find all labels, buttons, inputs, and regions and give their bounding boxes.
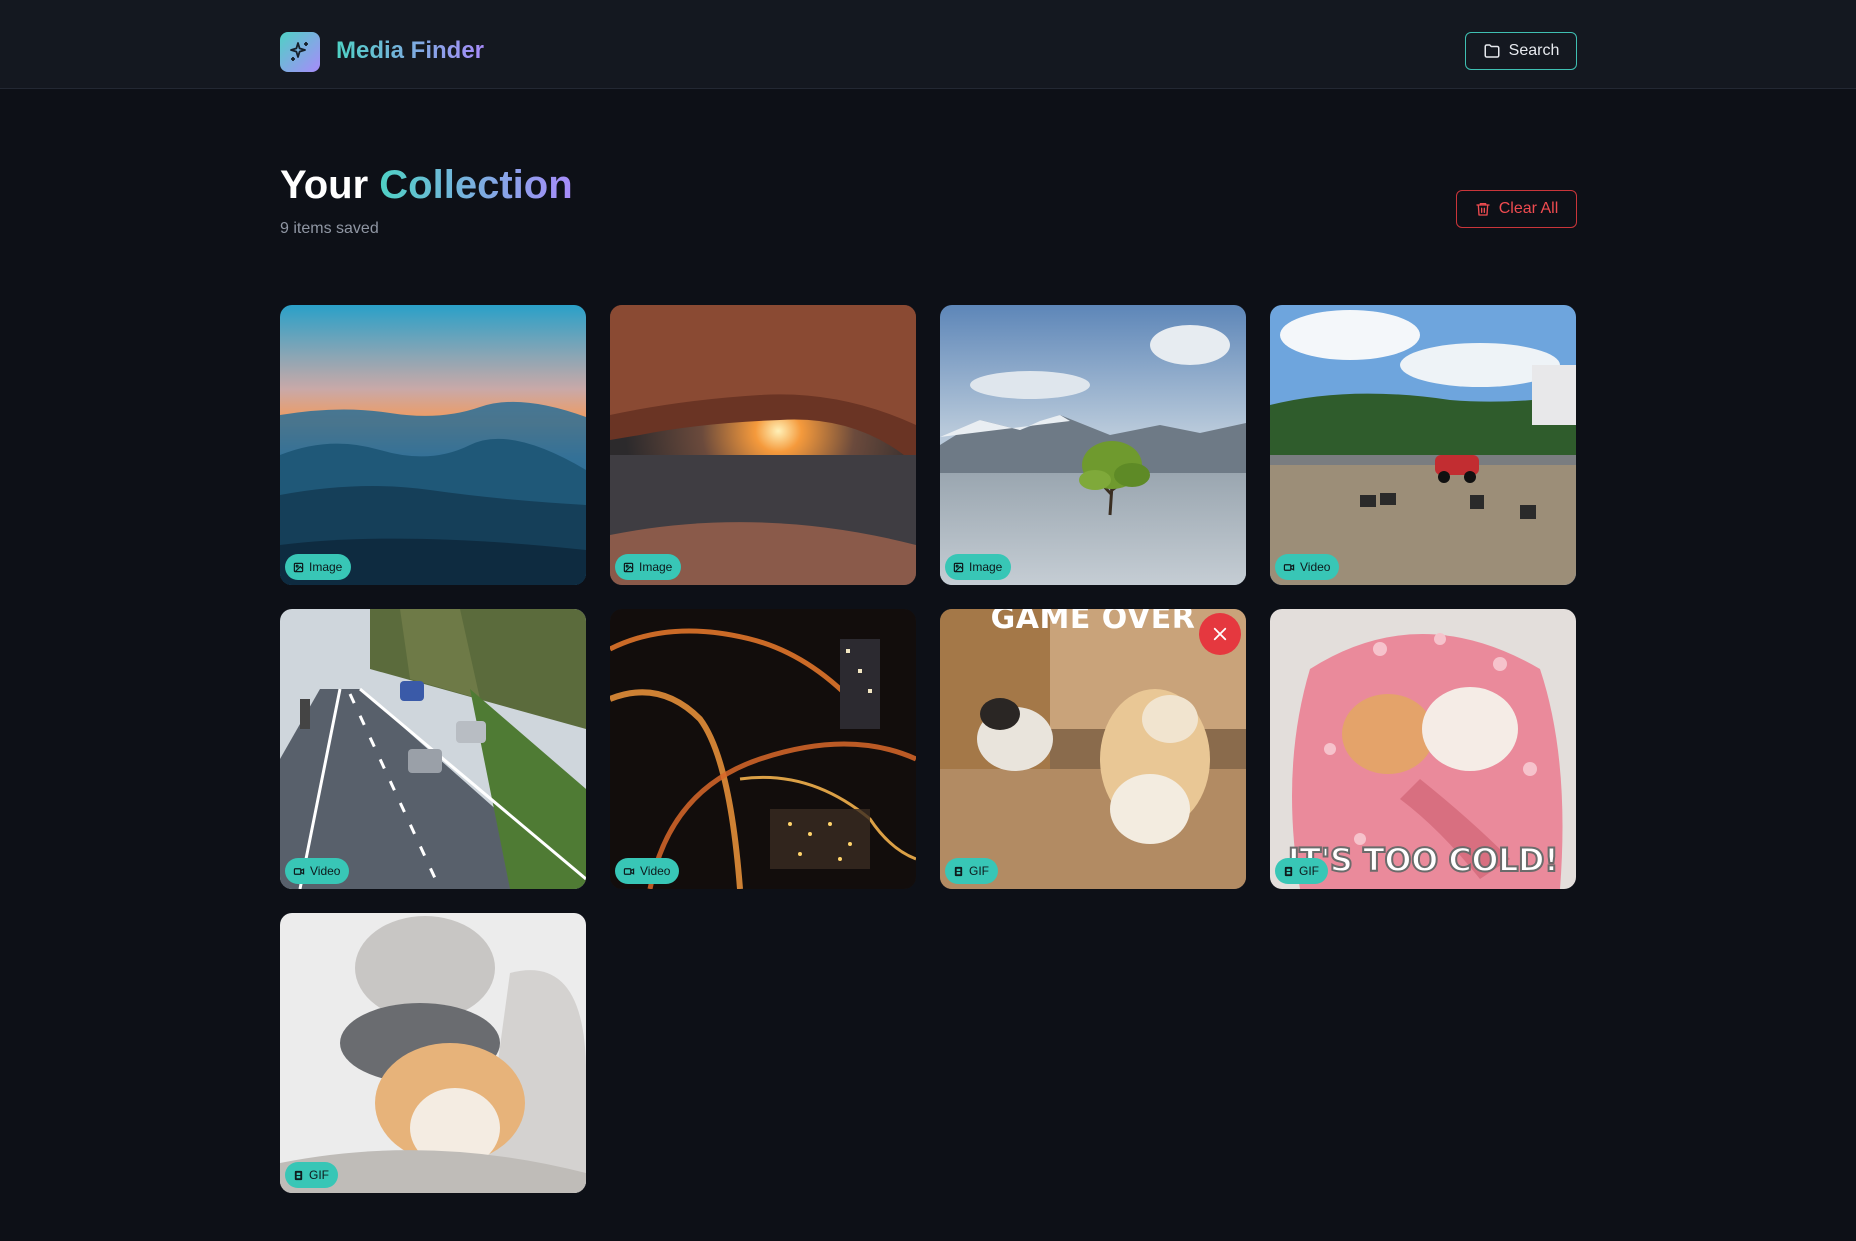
film-icon xyxy=(954,866,963,876)
media-type-label: GIF xyxy=(309,1168,329,1182)
media-thumbnail xyxy=(940,305,1246,585)
media-thumbnail xyxy=(610,609,916,889)
image-icon xyxy=(293,562,304,572)
media-thumbnail xyxy=(280,305,586,585)
media-type-label: GIF xyxy=(1299,864,1319,878)
media-type-label: GIF xyxy=(969,864,989,878)
close-icon xyxy=(1213,627,1227,641)
media-type-label: Image xyxy=(969,560,1003,574)
app-logo[interactable] xyxy=(280,32,320,72)
clear-all-button[interactable]: Clear All xyxy=(1456,190,1577,228)
search-button-label: Search xyxy=(1508,42,1560,59)
image-icon xyxy=(953,562,964,572)
film-icon xyxy=(294,1170,303,1180)
media-card[interactable]: Image xyxy=(610,305,916,585)
media-card[interactable]: Video xyxy=(280,609,586,889)
media-thumbnail xyxy=(1270,305,1576,585)
media-type-badge: Image xyxy=(945,554,1012,580)
video-icon xyxy=(293,867,305,875)
video-icon xyxy=(623,867,635,875)
media-thumbnail xyxy=(940,609,1246,889)
media-type-label: Image xyxy=(309,560,343,574)
trash-icon xyxy=(1476,203,1490,216)
page-title-prefix: Your xyxy=(280,163,369,207)
media-grid: Image Image Image Video Video Video GAME… xyxy=(280,305,1576,1193)
media-card[interactable]: IT'S TOO COLD! GIF xyxy=(1270,609,1576,889)
items-count: 9 items saved xyxy=(280,220,379,237)
media-card[interactable]: Video xyxy=(610,609,916,889)
media-card[interactable]: GAME OVER GIF xyxy=(940,609,1246,889)
app-title[interactable]: Media Finder xyxy=(336,36,484,66)
media-type-label: Video xyxy=(310,864,341,878)
image-icon xyxy=(623,562,634,572)
media-card[interactable]: Video xyxy=(1270,305,1576,585)
media-thumbnail xyxy=(280,609,586,889)
media-type-label: Image xyxy=(639,560,673,574)
media-type-badge: GIF xyxy=(285,1162,338,1188)
media-thumbnail xyxy=(610,305,916,585)
search-button[interactable]: Search xyxy=(1465,32,1577,70)
media-type-badge: Image xyxy=(615,554,682,580)
media-card[interactable]: Image xyxy=(280,305,586,585)
media-thumbnail xyxy=(280,913,586,1193)
remove-item-button[interactable] xyxy=(1199,613,1241,655)
top-bar: Media Finder Search xyxy=(0,0,1856,89)
media-type-badge: Video xyxy=(285,858,350,884)
media-type-label: Video xyxy=(640,864,671,878)
page-title-accent: Collection xyxy=(379,163,573,207)
media-type-badge: Video xyxy=(1275,554,1340,580)
page-title: Your Collection xyxy=(280,162,573,208)
media-type-badge: Video xyxy=(615,858,680,884)
media-type-badge: Image xyxy=(285,554,352,580)
media-card[interactable]: Image xyxy=(940,305,1246,585)
folder-icon xyxy=(1484,44,1500,58)
clear-all-label: Clear All xyxy=(1498,200,1559,217)
media-type-label: Video xyxy=(1300,560,1331,574)
media-card[interactable]: GIF xyxy=(280,913,586,1193)
media-type-badge: GIF xyxy=(945,858,998,884)
film-icon xyxy=(1284,866,1293,876)
media-type-badge: GIF xyxy=(1275,858,1328,884)
video-icon xyxy=(1283,563,1295,571)
sparkles-icon xyxy=(290,42,308,61)
